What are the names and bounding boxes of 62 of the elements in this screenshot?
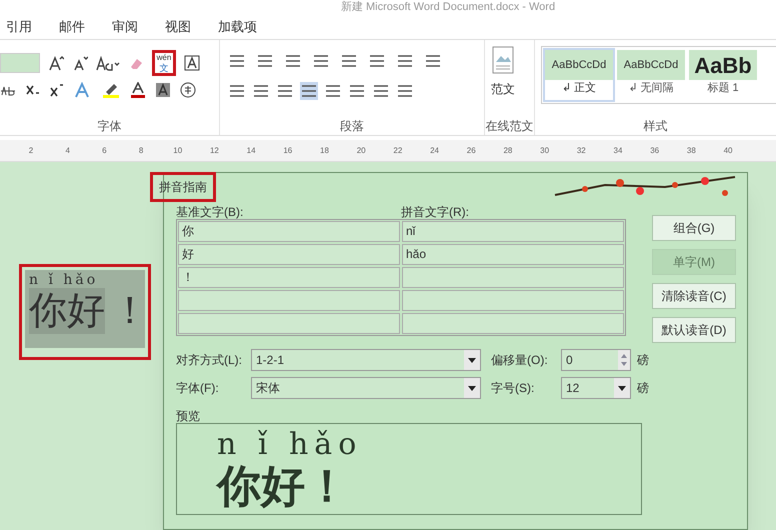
font-size-field[interactable] — [0, 53, 40, 73]
preview-ruby-text: n ǐ hǎo — [217, 428, 364, 462]
caret-icon[interactable] — [464, 350, 480, 370]
unit-label: 磅 — [637, 380, 649, 397]
dropdown[interactable]: 12 — [561, 377, 631, 399]
caret-icon[interactable] — [614, 378, 630, 398]
field-label: 偏移量(O): — [491, 352, 549, 369]
dialog-button[interactable]: 组合(G) — [652, 215, 736, 241]
preview-text: 你好！ — [217, 462, 350, 512]
window-title: 新建 Microsoft Word Document.docx - Word — [340, 0, 556, 14]
field-label: 对齐方式(L): — [176, 352, 243, 369]
character-border-icon[interactable] — [184, 55, 200, 71]
document-text: 你好 — [29, 288, 105, 334]
ribbon-tab[interactable]: 邮件 — [59, 16, 85, 36]
dialog-button[interactable]: 清除读音(C) — [652, 283, 736, 309]
grow-font-icon[interactable] — [48, 55, 64, 71]
base-text-field[interactable]: 你 — [178, 221, 400, 242]
ribbon-tab[interactable]: 引用 — [6, 16, 32, 36]
document-text: ！ — [110, 289, 149, 334]
dropdown[interactable]: 宋体 — [251, 377, 481, 399]
base-text-field[interactable]: 好 — [178, 244, 400, 265]
preview-label: 预览 — [176, 408, 201, 423]
enclose-character-icon[interactable] — [180, 82, 196, 98]
dialog-button[interactable]: 默认读音(D) — [652, 317, 736, 343]
field-label: 字体(F): — [176, 380, 220, 397]
ruler: 2 4 6 8 10 12 14 16 18 20 22 24 26 28 30 32 34 36 38 40 — [0, 140, 776, 162]
caret-icon[interactable] — [464, 378, 480, 398]
phonetic-guide-button[interactable]: wén 文 — [152, 50, 176, 76]
ruby-text-field[interactable] — [402, 290, 624, 311]
font-color-icon[interactable] — [130, 82, 146, 98]
ribbon-tab[interactable]: 加载项 — [218, 16, 257, 36]
base-text-field[interactable]: ！ — [178, 267, 400, 288]
highlighter-icon[interactable] — [102, 82, 120, 98]
subscript-icon[interactable] — [26, 83, 40, 97]
group-label: 段落 — [339, 118, 365, 135]
template-button[interactable]: 范文 — [491, 80, 515, 98]
group-label: 在线范文 — [485, 118, 534, 135]
ruby-text-field[interactable] — [402, 267, 624, 288]
field-label: 拼音文字(R): — [401, 204, 469, 219]
base-text-field[interactable] — [178, 290, 400, 311]
ribbon-tab[interactable]: 视图 — [165, 16, 191, 36]
dropdown[interactable]: 1-2-1 — [251, 349, 481, 371]
change-case-icon[interactable] — [96, 55, 120, 71]
ruby-text: n ǐ hǎo — [29, 271, 100, 288]
character-shading-icon[interactable] — [156, 83, 170, 97]
justify-icon[interactable] — [300, 82, 318, 100]
dialog-title: 拼音指南 — [150, 172, 216, 202]
spinner-arrows-icon[interactable] — [618, 350, 630, 370]
spinner-field[interactable]: 0 — [561, 349, 631, 371]
ruby-text-field[interactable] — [402, 313, 624, 334]
group-label: 样式 — [642, 118, 668, 135]
ribbon-tab[interactable]: 审阅 — [112, 16, 138, 36]
superscript-icon[interactable] — [50, 83, 64, 97]
document-image-icon[interactable] — [492, 46, 514, 74]
base-text-field[interactable] — [178, 313, 400, 334]
field-label: 基准文字(B): — [176, 204, 244, 219]
field-label: 字号(S): — [491, 380, 536, 397]
group-label: 字体 — [96, 118, 122, 135]
ruby-text-field[interactable]: nǐ — [402, 221, 624, 242]
shrink-font-icon[interactable] — [72, 55, 88, 71]
ruby-text-field[interactable]: hǎo — [402, 244, 624, 265]
unit-label: 磅 — [637, 352, 649, 369]
